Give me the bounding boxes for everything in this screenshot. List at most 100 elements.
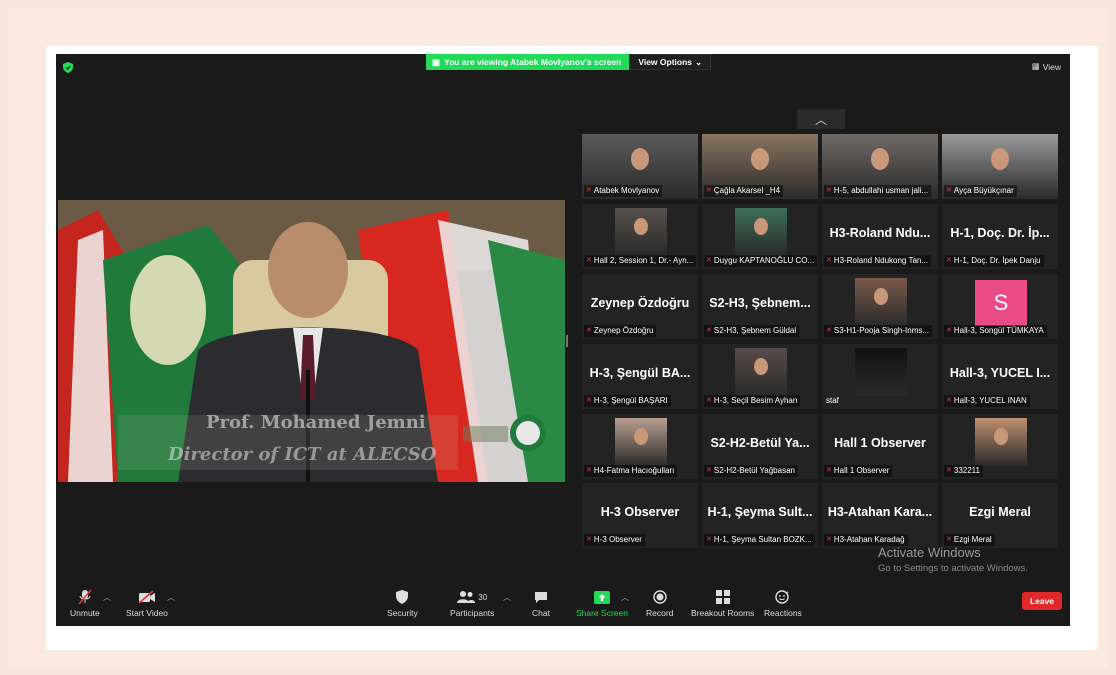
participant-name: Hall-3, Songül TÜMKAYA (953, 326, 1044, 335)
participant-name-label: ✕ S2-H3, Şebnem Güldal (704, 325, 800, 337)
activate-windows-subtitle: Go to Settings to activate Windows. (878, 563, 1028, 574)
participant-name-label: ✕ Çağla Akarsel _H4 (704, 185, 784, 197)
participant-tile[interactable]: H-3 Observer ✕ H-3 Observer (582, 483, 698, 548)
participants-options-caret[interactable]: ︿ (503, 592, 511, 603)
participants-count: 30 (478, 592, 488, 602)
grid-icon: ▦ (1031, 61, 1040, 71)
view-label: View (1042, 61, 1061, 72)
participant-name: H-5, abdullahi usman jali... (833, 186, 929, 195)
participant-display-name: Hall-3, YUCEL I... (949, 366, 1051, 380)
participant-tile[interactable]: ✕ 332211 (942, 414, 1058, 479)
participant-tile[interactable]: ✕ S3-H1-Pooja Singh-Inms... (822, 274, 938, 339)
participant-tile[interactable]: ✕ Ayça Büyükçınar (942, 134, 1058, 199)
participant-face (874, 288, 888, 305)
participant-name-label: ✕ 332211 (944, 465, 983, 477)
muted-mic-icon: ✕ (706, 536, 712, 543)
audio-options-caret[interactable]: ︿ (103, 592, 111, 603)
participant-tile[interactable]: ✕ H-3, Seçil Besim Ayhan (702, 344, 818, 409)
participant-name-label: ✕ H3-Roland Ndukong Tan... (824, 255, 932, 267)
participant-display-name: Zeynep Özdoğru (590, 296, 690, 310)
participant-name-label: ✕ H-5, abdullahi usman jali... (824, 185, 932, 197)
muted-mic-icon: ✕ (826, 536, 832, 543)
chevron-down-icon: ⌄ (695, 56, 703, 67)
view-options-button[interactable]: View Options ⌄ (629, 54, 712, 70)
participant-video-thumbnail (855, 348, 907, 396)
start-video-button[interactable]: Start Video (126, 588, 168, 618)
participant-tile[interactable]: staf (822, 344, 938, 409)
security-button[interactable]: Security (387, 588, 418, 618)
screen-share-banner: ▣ You are viewing Atabek Movlyanov's scr… (426, 54, 712, 70)
participant-name-label: ✕ H-3 Observer (584, 534, 645, 546)
leave-button[interactable]: Leave (1022, 592, 1062, 610)
participant-tile[interactable]: ✕ Duygu KAPTANOĞLU CO... (702, 204, 818, 269)
participant-name-label: ✕ Hall 2, Session 1, Dr.- Ayn... (584, 255, 697, 267)
meeting-toolbar: Unmute ︿ Start Video ︿ Security 30 Parti… (56, 582, 1070, 626)
participant-name: Hall-3, YUCEL INAN (953, 396, 1027, 405)
reactions-label: Reactions (764, 608, 802, 618)
participant-tile[interactable]: S2-H2-Betül Ya... ✕ S2-H2-Betül Yağbasan (702, 414, 818, 479)
participant-name-label: ✕ H-1, Doç. Dr. İpek Danju (944, 255, 1044, 267)
participant-name: Atabek Movlyanov (593, 186, 660, 195)
participants-button[interactable]: 30 Participants (450, 588, 494, 618)
video-options-caret[interactable]: ︿ (167, 592, 175, 603)
muted-mic-icon: ✕ (706, 327, 712, 334)
participant-name-label: ✕ S2-H2-Betül Yağbasan (704, 465, 798, 477)
participant-tile[interactable]: ✕ Atabek Movlyanov (582, 134, 698, 199)
participant-display-name: H-1, Şeyma Sult... (707, 505, 813, 519)
smiley-plus-icon: + (775, 588, 790, 606)
view-button[interactable]: ▦ View (1032, 61, 1061, 72)
chevron-up-icon: ︿ (814, 112, 827, 127)
chat-button[interactable]: Chat (532, 588, 550, 618)
participant-name: S2-H2-Betül Yağbasan (713, 466, 795, 475)
participant-name: Ayça Büyükçınar (953, 186, 1014, 195)
participant-tile[interactable]: S ✕ Hall-3, Songül TÜMKAYA (942, 274, 1058, 339)
participant-tile[interactable]: H-1, Şeyma Sult... ✕ H-1, Şeyma Sultan BOZ… (702, 483, 818, 548)
breakout-rooms-button[interactable]: Breakout Rooms (691, 588, 754, 618)
unmute-button[interactable]: Unmute (70, 588, 100, 618)
participant-tile[interactable]: Hall-3, YUCEL I... ✕ Hall-3, YUCEL INAN (942, 344, 1058, 409)
participant-name-label: ✕ H-3, Seçil Besim Ayhan (704, 395, 801, 407)
participant-video-thumbnail (975, 418, 1027, 466)
svg-text:+: + (786, 590, 789, 596)
muted-microphone-icon (78, 588, 92, 606)
muted-mic-icon: ✕ (586, 327, 592, 334)
participant-name: H4-Fatma Hacıoğulları (593, 466, 675, 475)
encryption-shield-icon[interactable] (63, 62, 73, 73)
participant-display-name: H-3 Observer (600, 505, 680, 519)
participant-tile[interactable]: Hall 1 Observer ✕ Hall 1 Observer (822, 414, 938, 479)
participant-tile[interactable]: Zeynep Özdoğru ✕ Zeynep Özdoğru (582, 274, 698, 339)
muted-mic-icon: ✕ (706, 467, 712, 474)
participant-display-name: H-1, Doç. Dr. İp... (950, 226, 1050, 240)
participant-display-name: H3-Atahan Kara... (827, 505, 933, 519)
participant-name-label: ✕ S3-H1-Pooja Singh-Inms... (824, 325, 933, 337)
participant-tile[interactable]: ✕ H-5, abdullahi usman jali... (822, 134, 938, 199)
participant-name-label: ✕ Hall-3, YUCEL INAN (944, 395, 1030, 407)
participant-name: 332211 (953, 466, 980, 475)
participant-tile[interactable]: S2-H3, Şebnem... ✕ S2-H3, Şebnem Güldal (702, 274, 818, 339)
reactions-button[interactable]: + Reactions (764, 588, 802, 618)
participant-name: H-3, Şengül BAŞARI (593, 396, 668, 405)
start-video-label: Start Video (126, 608, 168, 618)
participant-face (754, 358, 768, 375)
participant-tile[interactable]: H-3, Şengül BA... ✕ H-3, Şengül BAŞARI (582, 344, 698, 409)
muted-mic-icon: ✕ (586, 536, 592, 543)
participant-tile[interactable]: ✕ H4-Fatma Hacıoğulları (582, 414, 698, 479)
muted-mic-icon: ✕ (586, 187, 592, 194)
participant-tile[interactable]: ✕ Hall 2, Session 1, Dr.- Ayn... (582, 204, 698, 269)
participant-tile[interactable]: H3-Atahan Kara... ✕ H3-Atahan Karadağ (822, 483, 938, 548)
participant-name: H3-Roland Ndukong Tan... (833, 256, 929, 265)
participant-tile[interactable]: H3-Roland Ndu... ✕ H3-Roland Ndukong Tan..… (822, 204, 938, 269)
muted-mic-icon: ✕ (946, 397, 952, 404)
participant-name-label: ✕ Hall-3, Songül TÜMKAYA (944, 325, 1047, 337)
share-options-caret[interactable]: ︿ (621, 592, 629, 603)
muted-mic-icon: ✕ (946, 327, 952, 334)
participants-icon: 30 (457, 588, 487, 606)
participant-tile[interactable]: Ezgi Meral ✕ Ezgi Meral (942, 483, 1058, 548)
record-button[interactable]: Record (646, 588, 673, 618)
participant-name-label: ✕ Zeynep Özdoğru (584, 325, 657, 337)
participant-tile[interactable]: ✕ Çağla Akarsel _H4 (702, 134, 818, 199)
security-label: Security (387, 608, 418, 618)
resize-handle[interactable] (566, 335, 568, 347)
participant-tile[interactable]: H-1, Doç. Dr. İp... ✕ H-1, Doç. Dr. İpek D… (942, 204, 1058, 269)
scroll-up-button[interactable]: ︿ (797, 109, 845, 129)
